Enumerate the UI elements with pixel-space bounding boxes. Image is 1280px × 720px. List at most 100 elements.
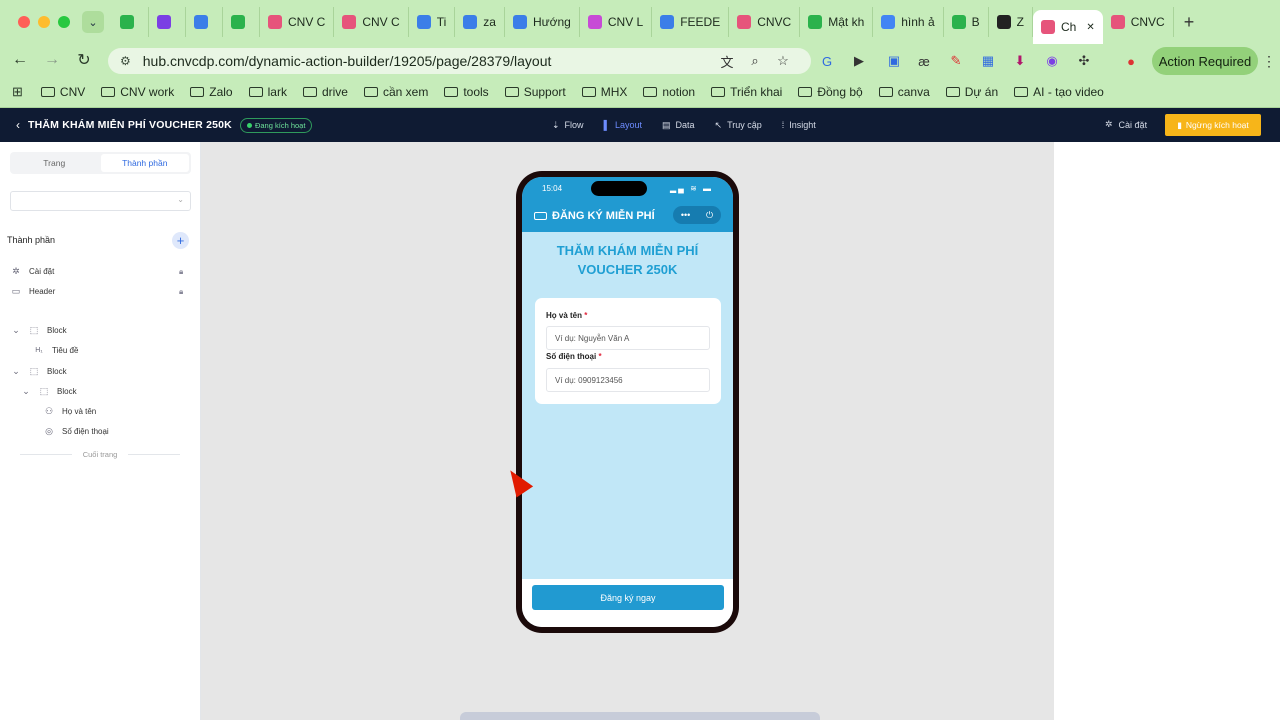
download-extension-icon[interactable]: ⬇ xyxy=(1011,52,1029,70)
bookmark-folder[interactable]: MHX xyxy=(581,85,627,99)
tab-layout[interactable]: ▌ Layout xyxy=(604,120,642,130)
google-translate-extension-icon[interactable]: G xyxy=(818,52,836,70)
chevron-down-icon[interactable]: ⌄ xyxy=(11,366,21,377)
browser-tab[interactable]: CNVC xyxy=(1103,7,1174,37)
browser-tab[interactable]: Z xyxy=(989,7,1033,37)
forward-arrow-icon[interactable]: → xyxy=(36,51,68,69)
bookmark-folder[interactable]: drive xyxy=(302,85,348,99)
browser-tab[interactable]: za xyxy=(455,7,505,37)
browser-tab[interactable] xyxy=(223,7,260,37)
bookmark-folder[interactable]: Triển khai xyxy=(711,85,782,99)
bookmark-label: lark xyxy=(267,84,287,99)
browser-tab[interactable] xyxy=(186,7,223,37)
chevron-down-icon[interactable]: ⌄ xyxy=(21,386,31,397)
settings-button[interactable]: ✲ Cài đặt xyxy=(1105,119,1147,130)
pointer-icon: ↖ xyxy=(714,119,723,130)
tab-page[interactable]: Trang xyxy=(10,152,99,174)
extensions-puzzle-icon[interactable]: ✣ xyxy=(1075,52,1093,70)
address-bar[interactable]: ⚙ hub.cnvcdp.com/dynamic-action-builder/… xyxy=(108,48,811,74)
bookmark-folder[interactable]: cần xem xyxy=(363,85,428,99)
browser-menu-icon[interactable]: ⋮ xyxy=(1262,53,1276,70)
tab-data[interactable]: ▤ Data xyxy=(662,120,695,131)
register-now-button[interactable]: Đăng ký ngay xyxy=(532,585,724,610)
new-tab-plus-icon[interactable]: + xyxy=(1184,12,1195,33)
browser-tab[interactable]: hình ả xyxy=(873,7,944,37)
add-component-button[interactable]: + xyxy=(172,232,189,249)
tree-item-heading[interactable]: H₁ Tiêu đề xyxy=(34,346,78,355)
reload-icon[interactable]: ↻ xyxy=(68,50,100,70)
site-settings-icon[interactable]: ⚙ xyxy=(120,54,131,68)
fixed-item-header[interactable]: ▭ Header xyxy=(11,286,56,297)
action-required-button[interactable]: Action Required xyxy=(1152,47,1258,75)
bookmark-folder[interactable]: Support xyxy=(504,85,566,99)
chevron-down-icon[interactable]: ⌄ xyxy=(11,325,21,336)
tab-access[interactable]: ↖ Truy cập xyxy=(715,120,762,131)
browser-tab[interactable]: Mật kh xyxy=(800,7,874,37)
tree-item-fullname[interactable]: ⚇ Họ và tên xyxy=(44,406,96,417)
tab-components[interactable]: Thành phần xyxy=(100,154,189,172)
grid-extension-icon[interactable]: ▦ xyxy=(979,52,997,70)
tree-item-phone[interactable]: ◎ Số điện thoại xyxy=(44,426,109,437)
fullname-field[interactable]: Ví dụ: Nguyễn Văn A xyxy=(546,326,710,350)
browser-tab[interactable]: FEEDE xyxy=(652,7,730,37)
bookmark-folder[interactable]: lark xyxy=(248,84,287,99)
bookmark-folder[interactable]: notion xyxy=(643,85,695,99)
bookmark-folder[interactable]: AI - tạo video xyxy=(1014,85,1104,99)
browser-tab[interactable]: Ch ✕ xyxy=(1032,10,1103,44)
apps-grid-icon[interactable]: ⊞ xyxy=(12,84,23,100)
stop-activation-button[interactable]: ▮ Ngừng kích hoạt xyxy=(1165,114,1261,136)
browser-tab[interactable]: Ti xyxy=(409,7,456,37)
tab-title: B xyxy=(971,15,980,29)
bookmark-folder[interactable]: CNV work xyxy=(101,85,174,99)
screen-capture-extension-icon[interactable]: ▣ xyxy=(885,52,903,70)
phone-number-field[interactable]: Ví dụ: 0909123456 xyxy=(546,368,710,392)
browser-tab[interactable]: B xyxy=(944,7,989,37)
translate-icon[interactable]: 文 xyxy=(718,52,736,70)
tab-list-chevron-icon[interactable]: ⌄ xyxy=(82,11,104,33)
tab-insight[interactable]: ⁞ Insight xyxy=(782,120,816,130)
fixed-item-settings[interactable]: ✲ Cài đặt xyxy=(11,266,54,277)
tab-flow[interactable]: ⇣ Flow xyxy=(552,120,584,131)
ae-extension-icon[interactable]: æ xyxy=(915,52,933,70)
bookmark-folder[interactable]: Đồng bộ xyxy=(798,85,863,99)
profile-avatar-icon[interactable]: ● xyxy=(1122,52,1140,70)
bookmark-folder[interactable]: Zalo xyxy=(190,85,233,99)
zoom-icon[interactable]: ⌕ xyxy=(746,52,764,70)
browser-tab[interactable]: CNV L xyxy=(580,7,653,37)
tree-item-block[interactable]: ⌄ ⬚ Block xyxy=(11,325,66,336)
tree-item-block[interactable]: ⌄ ⬚ Block xyxy=(11,366,67,377)
tab-favicon-icon xyxy=(342,15,357,29)
component-select[interactable]: ⌄ xyxy=(10,191,191,211)
lock-icon: 🔒︎ xyxy=(179,267,184,276)
browser-tab[interactable]: Hướng xyxy=(505,7,580,37)
power-icon[interactable]: ⏻ xyxy=(706,210,713,221)
back-chevron-icon[interactable]: ‹ xyxy=(16,118,20,132)
tab-layout-label: Layout xyxy=(614,120,642,130)
tree-item-block[interactable]: ⌄ ⬚ Block xyxy=(21,386,76,397)
browser-tab-bar: ⌄ CNV C CNV C Ti za Hướng CNV L FEEDE CNVC Mật k… xyxy=(0,0,1280,44)
bookmark-folder[interactable]: canva xyxy=(878,85,930,99)
bookmark-star-icon[interactable]: ☆ xyxy=(774,52,792,70)
play-extension-icon[interactable]: ▶ xyxy=(850,52,868,70)
browser-tab[interactable]: CNV C xyxy=(260,7,335,37)
browser-tab[interactable]: CNV C xyxy=(334,7,409,37)
chevron-down-icon: ⌄ xyxy=(177,195,184,204)
maximize-window-button[interactable] xyxy=(58,16,70,28)
browser-tab[interactable] xyxy=(112,7,149,37)
minimize-window-button[interactable] xyxy=(38,16,50,28)
more-dots-icon[interactable]: ••• xyxy=(681,210,690,220)
pin-extension-icon[interactable]: ✎ xyxy=(947,52,965,70)
tab-insight-label: Insight xyxy=(789,120,816,130)
form-card: Họ và tên * Ví dụ: Nguyễn Văn A Số điện … xyxy=(535,298,721,404)
browser-tab[interactable] xyxy=(149,7,186,37)
tree-item-label: Block xyxy=(47,367,67,376)
tab-favicon-icon xyxy=(587,15,602,29)
back-arrow-icon[interactable]: ← xyxy=(4,51,36,69)
bookmark-folder[interactable]: tools xyxy=(444,85,489,99)
record-extension-icon[interactable]: ◉ xyxy=(1043,52,1061,70)
close-window-button[interactable] xyxy=(18,16,30,28)
browser-tab[interactable]: CNVC xyxy=(729,7,801,37)
bookmark-folder[interactable]: CNV xyxy=(40,85,85,99)
close-tab-icon[interactable]: ✕ xyxy=(1086,22,1094,33)
bookmark-folder[interactable]: Dự án xyxy=(945,85,998,99)
